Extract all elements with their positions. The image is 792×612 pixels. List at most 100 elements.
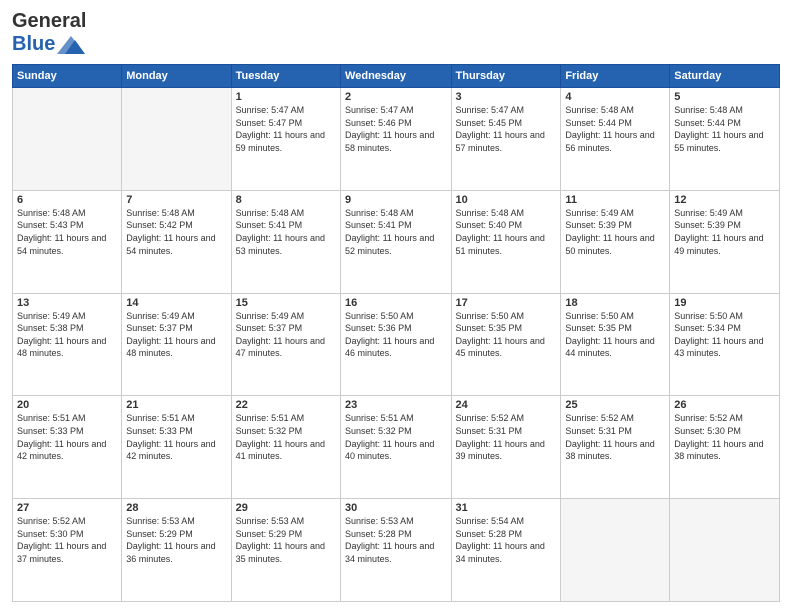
calendar-cell: 30Sunrise: 5:53 AMSunset: 5:28 PMDayligh… [341,499,451,602]
cell-info: Sunrise: 5:49 AMSunset: 5:39 PMDaylight:… [565,207,665,257]
cell-info: Sunrise: 5:52 AMSunset: 5:31 PMDaylight:… [456,412,557,462]
day-number: 15 [236,297,336,309]
calendar-cell: 9Sunrise: 5:48 AMSunset: 5:41 PMDaylight… [341,190,451,293]
calendar-cell: 21Sunrise: 5:51 AMSunset: 5:33 PMDayligh… [122,396,231,499]
day-number: 4 [565,91,665,103]
day-number: 23 [345,399,446,411]
cell-info: Sunrise: 5:52 AMSunset: 5:30 PMDaylight:… [674,412,775,462]
calendar-cell: 12Sunrise: 5:49 AMSunset: 5:39 PMDayligh… [670,190,780,293]
cell-info: Sunrise: 5:48 AMSunset: 5:41 PMDaylight:… [236,207,336,257]
cell-info: Sunrise: 5:53 AMSunset: 5:28 PMDaylight:… [345,515,446,565]
calendar-week-row: 1Sunrise: 5:47 AMSunset: 5:47 PMDaylight… [13,88,780,191]
cell-info: Sunrise: 5:53 AMSunset: 5:29 PMDaylight:… [236,515,336,565]
cell-info: Sunrise: 5:50 AMSunset: 5:35 PMDaylight:… [565,310,665,360]
calendar-cell: 19Sunrise: 5:50 AMSunset: 5:34 PMDayligh… [670,293,780,396]
calendar-cell: 3Sunrise: 5:47 AMSunset: 5:45 PMDaylight… [451,88,561,191]
day-number: 22 [236,399,336,411]
calendar-cell: 15Sunrise: 5:49 AMSunset: 5:37 PMDayligh… [231,293,340,396]
day-number: 9 [345,194,446,206]
day-number: 29 [236,502,336,514]
weekday-header: Wednesday [341,65,451,88]
cell-info: Sunrise: 5:50 AMSunset: 5:35 PMDaylight:… [456,310,557,360]
logo-text: General Blue [12,10,86,56]
cell-info: Sunrise: 5:48 AMSunset: 5:44 PMDaylight:… [565,104,665,154]
day-number: 1 [236,91,336,103]
calendar-cell: 13Sunrise: 5:49 AMSunset: 5:38 PMDayligh… [13,293,122,396]
day-number: 18 [565,297,665,309]
calendar-week-row: 20Sunrise: 5:51 AMSunset: 5:33 PMDayligh… [13,396,780,499]
weekday-header: Saturday [670,65,780,88]
cell-info: Sunrise: 5:49 AMSunset: 5:39 PMDaylight:… [674,207,775,257]
calendar-cell: 17Sunrise: 5:50 AMSunset: 5:35 PMDayligh… [451,293,561,396]
calendar-cell: 20Sunrise: 5:51 AMSunset: 5:33 PMDayligh… [13,396,122,499]
calendar-cell: 24Sunrise: 5:52 AMSunset: 5:31 PMDayligh… [451,396,561,499]
cell-info: Sunrise: 5:52 AMSunset: 5:31 PMDaylight:… [565,412,665,462]
calendar-cell: 14Sunrise: 5:49 AMSunset: 5:37 PMDayligh… [122,293,231,396]
calendar-cell: 28Sunrise: 5:53 AMSunset: 5:29 PMDayligh… [122,499,231,602]
day-number: 28 [126,502,226,514]
calendar-cell [561,499,670,602]
cell-info: Sunrise: 5:48 AMSunset: 5:40 PMDaylight:… [456,207,557,257]
cell-info: Sunrise: 5:50 AMSunset: 5:36 PMDaylight:… [345,310,446,360]
cell-info: Sunrise: 5:51 AMSunset: 5:33 PMDaylight:… [126,412,226,462]
day-number: 8 [236,194,336,206]
day-number: 17 [456,297,557,309]
day-number: 6 [17,194,117,206]
calendar-cell: 31Sunrise: 5:54 AMSunset: 5:28 PMDayligh… [451,499,561,602]
day-number: 27 [17,502,117,514]
day-number: 11 [565,194,665,206]
calendar-header-row: SundayMondayTuesdayWednesdayThursdayFrid… [13,65,780,88]
calendar-cell: 27Sunrise: 5:52 AMSunset: 5:30 PMDayligh… [13,499,122,602]
calendar-cell: 8Sunrise: 5:48 AMSunset: 5:41 PMDaylight… [231,190,340,293]
day-number: 25 [565,399,665,411]
cell-info: Sunrise: 5:48 AMSunset: 5:43 PMDaylight:… [17,207,117,257]
cell-info: Sunrise: 5:49 AMSunset: 5:38 PMDaylight:… [17,310,117,360]
calendar-cell: 26Sunrise: 5:52 AMSunset: 5:30 PMDayligh… [670,396,780,499]
calendar-cell: 2Sunrise: 5:47 AMSunset: 5:46 PMDaylight… [341,88,451,191]
cell-info: Sunrise: 5:48 AMSunset: 5:42 PMDaylight:… [126,207,226,257]
day-number: 12 [674,194,775,206]
calendar-cell: 6Sunrise: 5:48 AMSunset: 5:43 PMDaylight… [13,190,122,293]
day-number: 26 [674,399,775,411]
page-container: General Blue SundayMondayTuesdayWednesda… [0,0,792,612]
day-number: 5 [674,91,775,103]
cell-info: Sunrise: 5:52 AMSunset: 5:30 PMDaylight:… [17,515,117,565]
cell-info: Sunrise: 5:54 AMSunset: 5:28 PMDaylight:… [456,515,557,565]
day-number: 30 [345,502,446,514]
calendar-cell: 23Sunrise: 5:51 AMSunset: 5:32 PMDayligh… [341,396,451,499]
day-number: 7 [126,194,226,206]
cell-info: Sunrise: 5:51 AMSunset: 5:32 PMDaylight:… [345,412,446,462]
cell-info: Sunrise: 5:53 AMSunset: 5:29 PMDaylight:… [126,515,226,565]
calendar-cell: 16Sunrise: 5:50 AMSunset: 5:36 PMDayligh… [341,293,451,396]
calendar-table: SundayMondayTuesdayWednesdayThursdayFrid… [12,64,780,602]
day-number: 10 [456,194,557,206]
cell-info: Sunrise: 5:51 AMSunset: 5:32 PMDaylight:… [236,412,336,462]
day-number: 14 [126,297,226,309]
logo: General Blue [12,10,86,56]
cell-info: Sunrise: 5:49 AMSunset: 5:37 PMDaylight:… [236,310,336,360]
calendar-cell: 29Sunrise: 5:53 AMSunset: 5:29 PMDayligh… [231,499,340,602]
calendar-cell [670,499,780,602]
cell-info: Sunrise: 5:47 AMSunset: 5:47 PMDaylight:… [236,104,336,154]
calendar-week-row: 27Sunrise: 5:52 AMSunset: 5:30 PMDayligh… [13,499,780,602]
header: General Blue [12,10,780,56]
calendar-cell: 10Sunrise: 5:48 AMSunset: 5:40 PMDayligh… [451,190,561,293]
calendar-cell [13,88,122,191]
cell-info: Sunrise: 5:51 AMSunset: 5:33 PMDaylight:… [17,412,117,462]
day-number: 19 [674,297,775,309]
calendar-cell: 7Sunrise: 5:48 AMSunset: 5:42 PMDaylight… [122,190,231,293]
calendar-cell: 1Sunrise: 5:47 AMSunset: 5:47 PMDaylight… [231,88,340,191]
day-number: 21 [126,399,226,411]
calendar-week-row: 6Sunrise: 5:48 AMSunset: 5:43 PMDaylight… [13,190,780,293]
cell-info: Sunrise: 5:48 AMSunset: 5:44 PMDaylight:… [674,104,775,154]
calendar-cell: 4Sunrise: 5:48 AMSunset: 5:44 PMDaylight… [561,88,670,191]
logo-icon [57,36,85,54]
calendar-cell [122,88,231,191]
calendar-cell: 11Sunrise: 5:49 AMSunset: 5:39 PMDayligh… [561,190,670,293]
cell-info: Sunrise: 5:49 AMSunset: 5:37 PMDaylight:… [126,310,226,360]
day-number: 3 [456,91,557,103]
weekday-header: Tuesday [231,65,340,88]
weekday-header: Friday [561,65,670,88]
calendar-week-row: 13Sunrise: 5:49 AMSunset: 5:38 PMDayligh… [13,293,780,396]
calendar-cell: 25Sunrise: 5:52 AMSunset: 5:31 PMDayligh… [561,396,670,499]
